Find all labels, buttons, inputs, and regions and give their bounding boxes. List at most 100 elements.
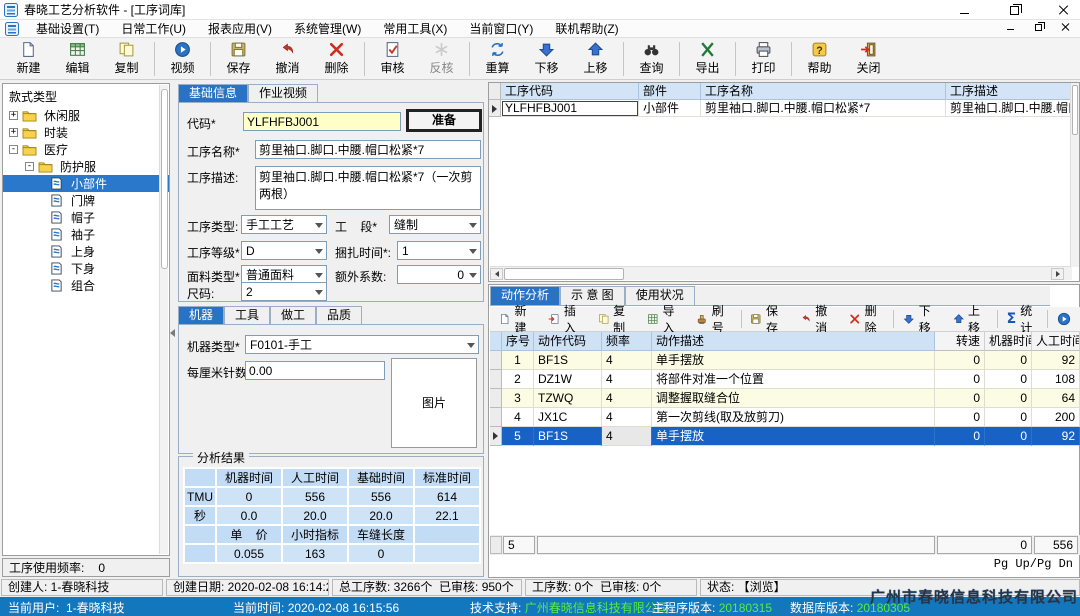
segment-select[interactable]: 缝制 — [389, 215, 481, 234]
move-down-button[interactable]: 下移 — [522, 39, 571, 79]
action-delete-button[interactable]: 删除 — [842, 308, 891, 330]
expand-icon[interactable]: + — [9, 128, 18, 137]
extra-factor-select[interactable]: 0 — [397, 265, 481, 284]
tree-scrollbar-thumb[interactable] — [161, 89, 168, 269]
action-row[interactable]: 2 DZ1W 4 将部件对准一个位置 0 0 108 — [490, 370, 1080, 389]
code-input[interactable] — [243, 112, 401, 131]
process-name-input[interactable] — [255, 140, 481, 159]
search-button[interactable]: 查询 — [627, 39, 676, 79]
process-table-row[interactable]: YLFHFBJ001 小部件 剪里袖口.脚口.中腰.帽口松紧*7 剪里袖口.脚口… — [489, 100, 1079, 117]
undo-button[interactable]: 撤消 — [263, 39, 312, 79]
menu-system[interactable]: 系统管理(W) — [283, 20, 372, 38]
action-play-button[interactable] — [1050, 308, 1078, 330]
mdi-restore-button[interactable] — [1030, 21, 1046, 33]
action-row[interactable]: 3 TZWQ 4 调整握取缝合位 0 0 64 — [490, 389, 1080, 408]
mdi-close-button[interactable] — [1058, 21, 1074, 33]
process-table-vscrollbar[interactable] — [1070, 83, 1079, 267]
tree-scrollbar[interactable] — [159, 85, 168, 554]
expand-icon[interactable]: + — [9, 111, 18, 120]
tree-node-lower-body[interactable]: 下身 — [3, 260, 169, 277]
menu-basic-settings[interactable]: 基础设置(T) — [25, 20, 110, 38]
delete-button[interactable]: 删除 — [312, 39, 361, 79]
tree-node-small-parts[interactable]: 小部件 — [3, 175, 169, 192]
bundle-time-select[interactable]: 1 — [397, 241, 481, 260]
mdi-minimize-button[interactable] — [1002, 21, 1018, 33]
copy-button[interactable]: 复制 — [102, 39, 151, 79]
cell-process-name[interactable]: 剪里袖口.脚口.中腰.帽口松紧*7 — [701, 100, 946, 117]
new-button[interactable]: 新建 — [4, 39, 53, 79]
menu-reports[interactable]: 报表应用(V) — [197, 20, 283, 38]
print-button[interactable]: 打印 — [739, 39, 788, 79]
action-save-button[interactable]: 保存 — [743, 308, 792, 330]
close-window-button[interactable]: 关闭 — [844, 39, 893, 79]
process-table-hscrollbar[interactable] — [490, 266, 1072, 280]
action-move-up-button[interactable]: 上移 — [946, 308, 995, 330]
hscroll-thumb[interactable] — [504, 268, 624, 280]
menu-help[interactable]: 联机帮助(Z) — [544, 20, 629, 38]
tree-node-sleeve[interactable]: 袖子 — [3, 226, 169, 243]
action-renumber-button[interactable]: 刷号 — [689, 308, 738, 330]
tree-node-combination[interactable]: 组合 — [3, 277, 169, 294]
tab-basic-info[interactable]: 基础信息 — [178, 84, 248, 102]
tree-node-upper-body[interactable]: 上身 — [3, 243, 169, 260]
folder-icon — [38, 160, 53, 173]
collapse-icon[interactable]: - — [25, 162, 34, 171]
tree-node-fashion[interactable]: + 时装 — [3, 124, 169, 141]
tree-node-protective[interactable]: - 防护服 — [3, 158, 169, 175]
cell-process-code[interactable]: YLFHFBJ001 — [501, 100, 639, 117]
save-icon — [230, 41, 247, 58]
tree-node-casual[interactable]: + 休闲服 — [3, 107, 169, 124]
size-select[interactable]: 2 — [241, 282, 327, 301]
action-copy-button[interactable]: 复制 — [591, 308, 640, 330]
move-up-button[interactable]: 上移 — [571, 39, 620, 79]
insert-icon — [548, 312, 560, 326]
status-total-processes: 总工序数: 3266个 已审核: 950个 — [332, 579, 522, 596]
collapse-icon[interactable]: - — [9, 145, 18, 154]
tab-usage-status[interactable]: 使用状况 — [625, 286, 695, 305]
stitch-count-input[interactable] — [245, 361, 385, 380]
menu-tools[interactable]: 常用工具(X) — [372, 20, 458, 38]
current-time-label: 当前时间: — [233, 601, 284, 615]
grade-select[interactable]: D — [241, 241, 327, 260]
export-button[interactable]: 导出 — [683, 39, 732, 79]
ready-button[interactable]: 准备 — [407, 110, 481, 131]
leaf-doc-icon — [49, 177, 64, 190]
restore-button[interactable] — [1006, 3, 1022, 17]
tab-workmanship[interactable]: 做工 — [270, 306, 316, 324]
action-row[interactable]: 4 JX1C 4 第一次剪线(取及放剪刀) 0 0 200 — [490, 408, 1080, 427]
save-button[interactable]: 保存 — [214, 39, 263, 79]
process-desc-textarea[interactable]: 剪里袖口.脚口.中腰.帽口松紧*7（一次剪两根） — [255, 166, 481, 210]
tab-tool[interactable]: 工具 — [224, 306, 270, 324]
action-insert-button[interactable]: 插入 — [541, 308, 590, 330]
menu-daily-work[interactable]: 日常工作(U) — [110, 20, 197, 38]
tab-quality[interactable]: 品质 — [316, 306, 362, 324]
toolbar-separator — [791, 42, 792, 76]
cell-process-desc[interactable]: 剪里袖口.脚口.中腰.帽口松紧*7（一次剪两根） — [946, 100, 1079, 117]
tree-node-hat[interactable]: 帽子 — [3, 209, 169, 226]
edit-button[interactable]: 编辑 — [53, 39, 102, 79]
action-row-selected[interactable]: 5 BF1S 4 单手摆放 0 0 92 — [490, 427, 1080, 446]
audit-button[interactable]: 审核 — [368, 39, 417, 79]
tab-machine[interactable]: 机器 — [178, 306, 224, 324]
action-row[interactable]: 1 BF1S 4 单手摆放 0 0 92 — [490, 351, 1080, 370]
tab-work-video[interactable]: 作业视频 — [248, 84, 318, 102]
analysis-result-table: 机器时间 人工时间 基础时间 标准时间 TMU 0 556 556 614 秒 … — [183, 467, 481, 564]
recalc-button[interactable]: 重算 — [473, 39, 522, 79]
tree-node-medical[interactable]: - 医疗 — [3, 141, 169, 158]
process-type-select[interactable]: 手工工艺 — [241, 215, 327, 234]
video-button[interactable]: 视频 — [158, 39, 207, 79]
action-import-button[interactable]: 导入 — [640, 308, 689, 330]
cell-part[interactable]: 小部件 — [639, 100, 701, 117]
action-analysis-panel: 动作分析 示 意 图 使用状况 新建 插入 复制 导入 刷号 — [488, 284, 1080, 578]
help-button[interactable]: ? 帮助 — [795, 39, 844, 79]
machine-type-select[interactable]: F0101-手工 — [245, 335, 479, 354]
action-undo-button[interactable]: 撤消 — [793, 308, 842, 330]
close-button[interactable] — [1056, 3, 1072, 17]
tree-node-door-tag[interactable]: 门牌 — [3, 192, 169, 209]
minimize-button[interactable] — [956, 3, 972, 17]
vscroll-thumb[interactable] — [1072, 85, 1078, 135]
action-statistics-button[interactable]: Σ 统计 — [1000, 308, 1046, 330]
action-move-down-button[interactable]: 下移 — [896, 308, 945, 330]
menu-current-window[interactable]: 当前窗口(Y) — [458, 20, 544, 38]
action-new-button[interactable]: 新建 — [492, 308, 541, 330]
